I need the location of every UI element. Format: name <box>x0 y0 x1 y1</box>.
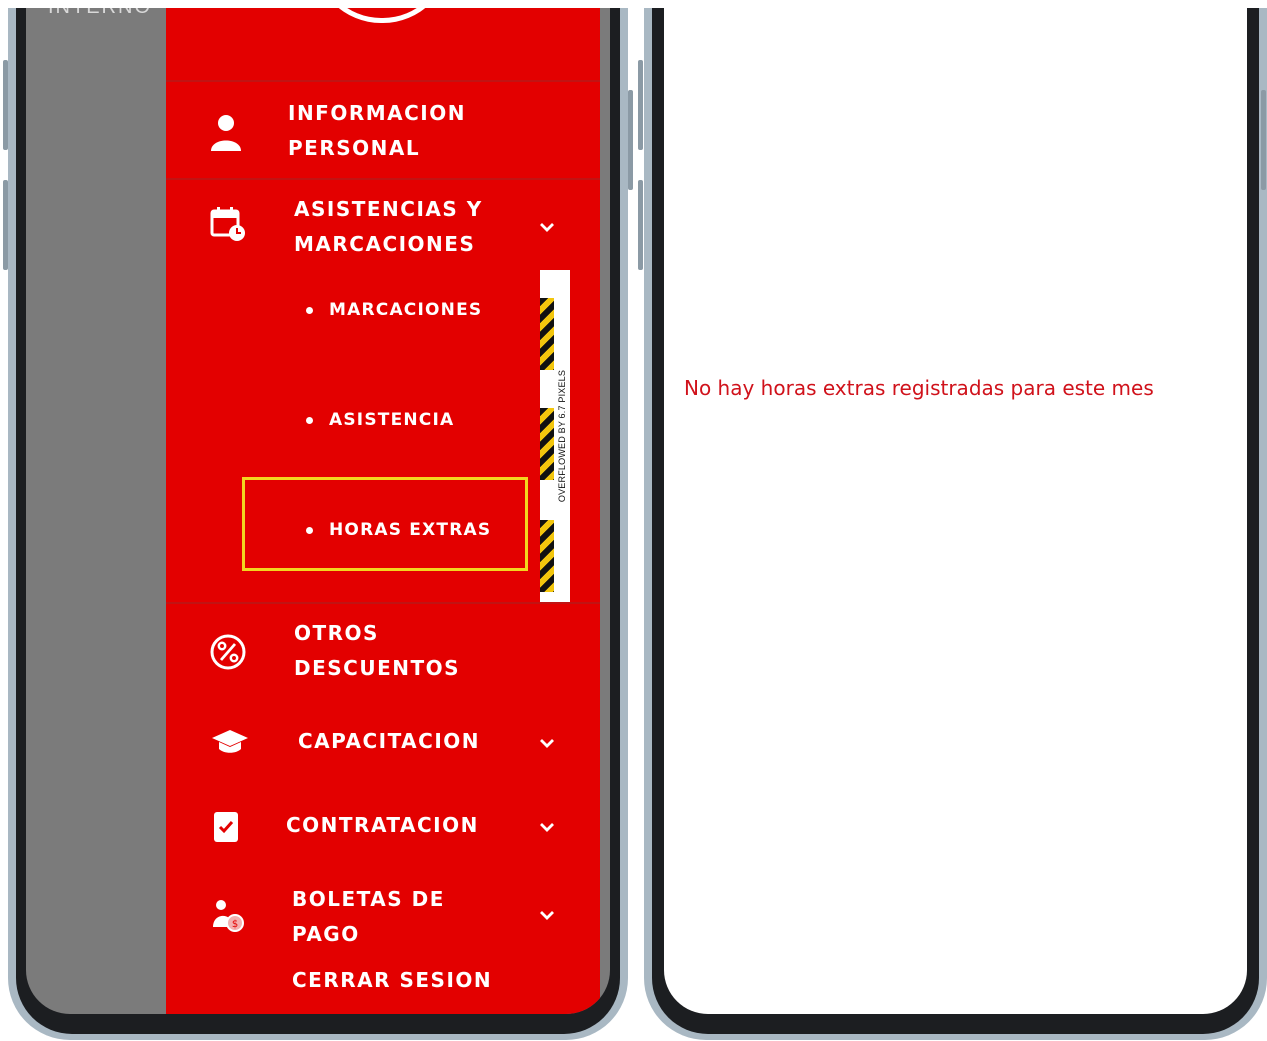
warning-stripe <box>540 298 554 370</box>
percent-icon <box>208 632 248 672</box>
background-label: INTERNO <box>48 8 152 19</box>
overflow-warning-strip: OVERFLOWED BY 6.7 PIXELS <box>540 270 570 602</box>
submenu-item-asistencia[interactable]: ASISTENCIA <box>306 410 454 430</box>
menu-item-contratacion[interactable]: CONTRATACION <box>166 798 600 854</box>
calendar-clock-icon <box>208 204 248 244</box>
menu-label: OTROS DESCUENTOS <box>294 621 461 680</box>
divider <box>166 80 600 82</box>
menu-label: CONTRATACION <box>286 813 479 837</box>
power-button <box>1261 90 1266 190</box>
menu-label: INFORMACION PERSONAL <box>288 101 466 160</box>
warning-stripe <box>540 520 554 592</box>
chevron-down-icon[interactable] <box>536 216 558 238</box>
bullet-icon <box>306 526 313 534</box>
bullet-icon <box>306 306 313 314</box>
menu-label: BOLETAS DE PAGO <box>292 887 445 946</box>
submenu-item-marcaciones[interactable]: MARCACIONES <box>306 300 482 320</box>
volume-button <box>638 180 643 270</box>
graduation-cap-icon <box>210 722 250 762</box>
clipboard-check-icon <box>206 806 246 846</box>
left-phone-frame: INTERNO INFORMACIONPERSONAL ASI <box>8 8 628 1040</box>
svg-text:$: $ <box>232 919 238 930</box>
chevron-down-icon[interactable] <box>536 732 558 754</box>
person-money-icon: $ <box>208 896 248 936</box>
volume-button <box>3 60 8 150</box>
empty-state-message: No hay horas extras registradas para est… <box>684 376 1154 400</box>
logo-icon <box>314 8 450 23</box>
right-phone-screen: No hay horas extras registradas para est… <box>664 8 1247 1014</box>
submenu-item-horas-extras[interactable]: HORAS EXTRAS <box>306 520 491 540</box>
navigation-drawer: INFORMACION PERSONAL ASISTENCIAS Y MARCACI… <box>166 8 600 1014</box>
menu-item-asistencias-marcaciones[interactable]: ASISTENCIAS Y MARCACIONES <box>166 180 600 272</box>
warning-stripe <box>540 408 554 480</box>
left-phone-screen: INTERNO INFORMACIONPERSONAL ASI <box>26 8 610 1014</box>
menu-item-capacitacion[interactable]: CAPACITACION <box>166 714 600 770</box>
menu-label: CAPACITACION <box>298 729 481 753</box>
bullet-icon <box>306 416 313 424</box>
chevron-down-icon[interactable] <box>536 816 558 838</box>
volume-button <box>638 60 643 150</box>
menu-item-boletas-de-pago[interactable]: $ BOLETAS DE PAGO <box>166 874 600 958</box>
power-button <box>628 90 633 190</box>
right-phone-frame: No hay horas extras registradas para est… <box>644 8 1267 1040</box>
person-icon <box>206 112 246 152</box>
logout-button[interactable]: CERRAR SESION <box>292 963 492 998</box>
volume-button <box>3 180 8 270</box>
overflow-warning-text: OVERFLOWED BY 6.7 PIXELS <box>557 369 567 503</box>
chevron-down-icon[interactable] <box>536 904 558 926</box>
menu-item-otros-descuentos[interactable]: OTROS DESCUENTOS <box>166 606 600 696</box>
menu-label: ASISTENCIAS Y MARCACIONES <box>294 197 483 256</box>
menu-item-informacion-personal[interactable]: INFORMACION PERSONAL <box>166 84 600 180</box>
divider <box>166 602 600 604</box>
